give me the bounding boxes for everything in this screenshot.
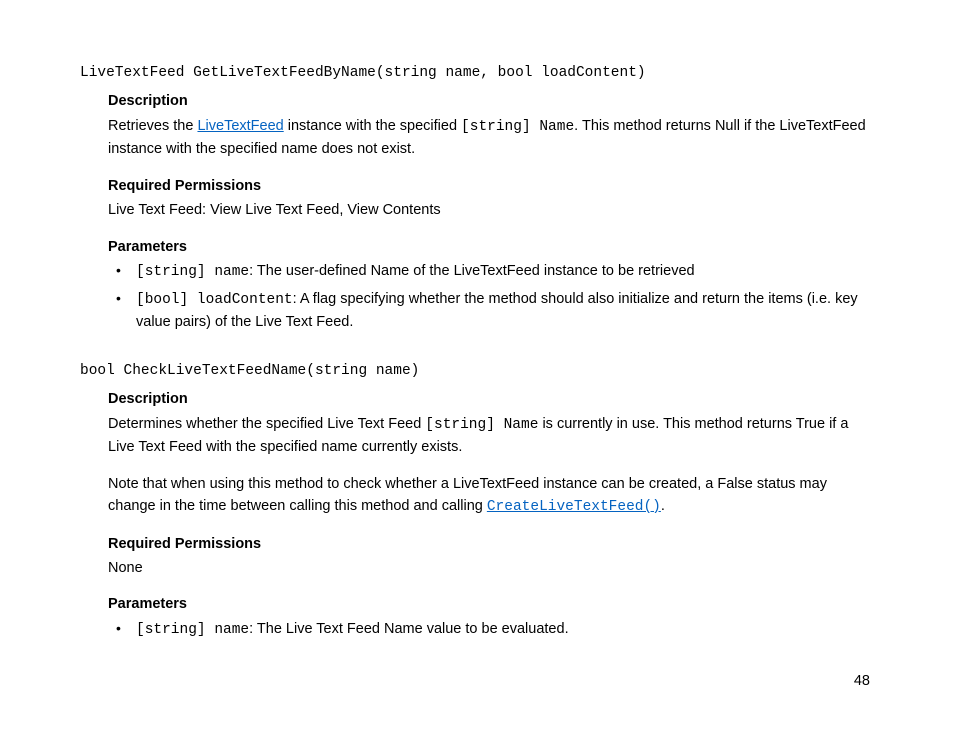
- text: : The user-defined Name of the LiveTextF…: [249, 263, 694, 279]
- required-permissions-heading: Required Permissions: [108, 175, 874, 197]
- parameters-heading: Parameters: [108, 593, 874, 615]
- page-number: 48: [854, 670, 870, 692]
- method-body: Description Retrieves the LiveTextFeed i…: [108, 90, 874, 333]
- document-page: LiveTextFeed GetLiveTextFeedByName(strin…: [0, 0, 954, 641]
- parameters-list: [string] name: The Live Text Feed Name v…: [108, 618, 874, 641]
- description-text: Determines whether the specified Live Te…: [108, 413, 874, 459]
- required-permissions-text: None: [108, 557, 874, 579]
- inline-code: [string] Name: [461, 119, 574, 135]
- livetextfeed-link[interactable]: LiveTextFeed: [197, 118, 283, 134]
- parameter-item: [string] name: The Live Text Feed Name v…: [108, 618, 874, 641]
- description-heading: Description: [108, 388, 874, 410]
- note-text: Note that when using this method to chec…: [108, 473, 874, 519]
- parameters-list: [string] name: The user-defined Name of …: [108, 260, 874, 333]
- create-live-text-feed-link[interactable]: CreateLiveTextFeed(): [487, 499, 661, 515]
- method-signature: bool CheckLiveTextFeedName(string name): [80, 360, 874, 382]
- inline-code: [string] Name: [425, 417, 538, 433]
- method-body: Description Determines whether the speci…: [108, 388, 874, 641]
- text: .: [661, 498, 665, 514]
- description-heading: Description: [108, 90, 874, 112]
- description-text: Retrieves the LiveTextFeed instance with…: [108, 115, 874, 161]
- required-permissions-heading: Required Permissions: [108, 533, 874, 555]
- parameter-item: [bool] loadContent: A flag specifying wh…: [108, 288, 874, 334]
- parameter-item: [string] name: The user-defined Name of …: [108, 260, 874, 283]
- text: Determines whether the specified Live Te…: [108, 416, 425, 432]
- inline-code: [bool] loadContent: [136, 292, 293, 308]
- text: Note that when using this method to chec…: [108, 476, 827, 514]
- method-get-live-text-feed-by-name: LiveTextFeed GetLiveTextFeedByName(strin…: [80, 62, 874, 334]
- method-signature: LiveTextFeed GetLiveTextFeedByName(strin…: [80, 62, 874, 84]
- inline-code: [string] name: [136, 622, 249, 638]
- inline-code: [string] name: [136, 264, 249, 280]
- text: : The Live Text Feed Name value to be ev…: [249, 621, 568, 637]
- text: instance with the specified: [284, 118, 461, 134]
- method-check-live-text-feed-name: bool CheckLiveTextFeedName(string name) …: [80, 360, 874, 642]
- required-permissions-text: Live Text Feed: View Live Text Feed, Vie…: [108, 199, 874, 221]
- text: Retrieves the: [108, 118, 197, 134]
- parameters-heading: Parameters: [108, 236, 874, 258]
